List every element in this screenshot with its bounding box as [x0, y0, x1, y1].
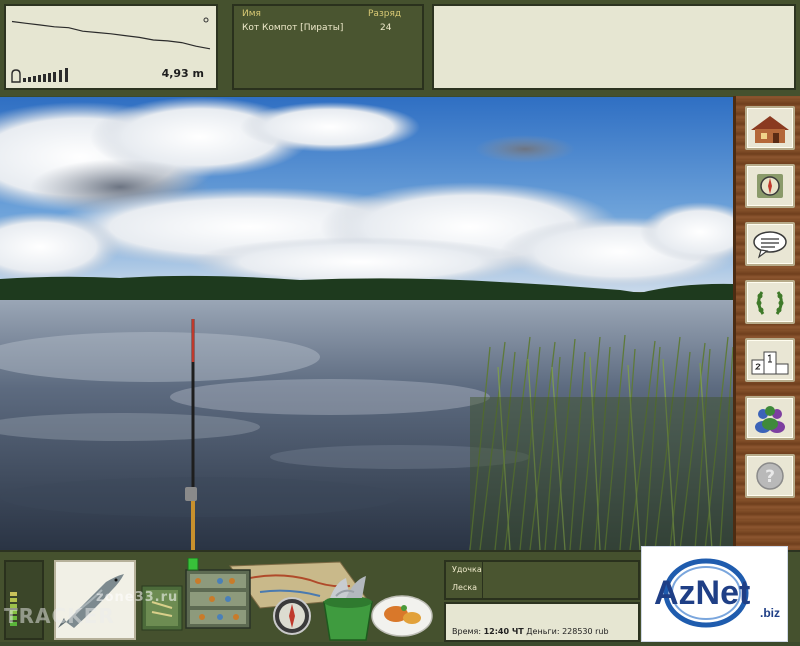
- chat-button[interactable]: [745, 222, 795, 266]
- signal-bars-icon: [11, 68, 68, 83]
- inventory-bar: [140, 557, 436, 642]
- line-tension-meter: [4, 560, 44, 640]
- compass-icon[interactable]: [273, 597, 311, 635]
- active-slot-marker: [187, 557, 199, 571]
- sky: [0, 97, 733, 292]
- players-header-name[interactable]: Имя: [242, 9, 261, 19]
- people-icon: [755, 406, 785, 433]
- food-plate-icon[interactable]: [371, 595, 433, 637]
- tackle-box-icon[interactable]: [185, 569, 251, 629]
- svg-text:?: ?: [765, 467, 775, 487]
- laurel-icon: [756, 291, 784, 315]
- friends-button[interactable]: [745, 396, 795, 440]
- player-row-rank: 24: [380, 23, 392, 33]
- line-label[interactable]: Леска: [452, 583, 477, 592]
- depth-profile-line: [11, 20, 211, 50]
- podium-icon: [751, 351, 789, 375]
- chat-icon: [753, 231, 787, 259]
- map-button[interactable]: [745, 164, 795, 208]
- money-label: Деньги:: [526, 627, 560, 636]
- rod-panel[interactable]: Удочка Леска: [444, 560, 640, 600]
- help-icon: ?: [756, 462, 784, 490]
- time-value: 12:40 ЧТ: [483, 627, 524, 636]
- reel-icon[interactable]: [185, 487, 197, 501]
- float-marker-icon: [203, 17, 209, 23]
- aznet-logo: AzNet .biz: [641, 546, 788, 642]
- status-strip: Время: 12:40 ЧТ Деньги: 228530 rub: [444, 602, 640, 642]
- lake-scene[interactable]: [0, 97, 733, 550]
- rod-divider: [482, 562, 483, 598]
- player-row-name[interactable]: Кот Компот [Пираты]: [242, 23, 343, 33]
- rating-button[interactable]: [745, 338, 795, 382]
- logo-sub: .biz: [760, 606, 780, 620]
- watermark-tracker: TRACKER: [4, 604, 115, 628]
- depth-panel: 4,93 m: [4, 4, 218, 90]
- time-label: Время:: [452, 627, 482, 636]
- house-icon: [751, 116, 789, 143]
- players-header-rank[interactable]: Разряд: [368, 9, 401, 19]
- side-toolbar: ?: [733, 96, 800, 550]
- help-button[interactable]: ?: [745, 454, 795, 498]
- achievements-button[interactable]: [745, 280, 795, 324]
- money-value: 228530 rub: [562, 627, 609, 636]
- top-bar: 4,93 m Имя Разряд Кот Компот [Пираты] 24: [0, 0, 800, 96]
- status-line: Время: 12:40 ЧТ Деньги: 228530 rub: [452, 627, 609, 636]
- rod-label[interactable]: Удочка: [452, 565, 482, 574]
- reed-shadow: [470, 397, 733, 550]
- logo-text: AzNet: [654, 574, 750, 612]
- compass-icon: [757, 174, 783, 198]
- home-button[interactable]: [745, 106, 795, 150]
- depth-value: 4,93 m: [161, 67, 204, 80]
- watermark-zone: zone33.ru: [96, 590, 179, 605]
- chat-panel[interactable]: [432, 4, 796, 90]
- players-panel[interactable]: Имя Разряд Кот Компот [Пираты] 24: [232, 4, 424, 90]
